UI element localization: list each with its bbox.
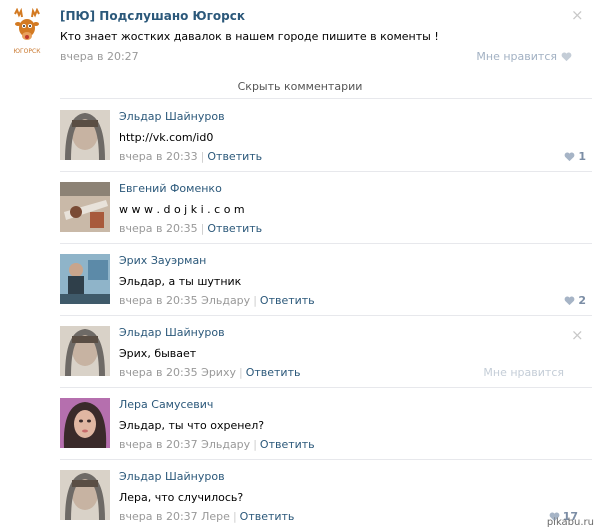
wall-post: ЮГОРСК [ПЮ] Подслушано Югорск Кто знает … [0,0,600,70]
comment-text: Эльдар, ты что охренел? [119,419,265,432]
avatar[interactable] [60,182,110,232]
post-time[interactable]: вчера в 20:27 [60,50,139,63]
comment-meta: вчера в 20:35 Эльдару | Ответить [119,294,315,307]
meta-separator: | [200,222,205,235]
comment-time[interactable]: вчера в 20:35 Эриху [119,366,236,379]
comment-text: w w w . d o j k i . c o m [119,203,245,216]
comment-author[interactable]: Эрих Зауэрман [119,254,206,267]
reply-link[interactable]: Ответить [207,222,262,235]
comment-item: Евгений Фоменко w w w . d o j k i . c o … [0,172,600,244]
comment-text: Эрих, бывает [119,347,197,360]
reply-link[interactable]: Ответить [260,438,315,451]
avatar-photo [60,470,110,520]
deer-logo-icon [14,7,40,40]
meta-separator: | [200,150,205,163]
avatar-photo [60,182,110,232]
reply-link[interactable]: Ответить [207,150,262,163]
delete-comment-icon[interactable]: × [571,328,584,343]
like-count: 2 [578,294,586,307]
comment-author[interactable]: Лера Самусевич [119,398,213,411]
comment-item: Эльдар Шайнуров http://vk.com/id0 вчера … [0,100,600,172]
comment-time[interactable]: вчера в 20:35 Эльдару [119,294,250,307]
avatar-photo [60,110,110,160]
avatar-photo [60,254,110,304]
avatar[interactable] [60,470,110,520]
reply-link[interactable]: Ответить [246,366,301,379]
meta-separator: | [232,510,237,523]
meta-separator: | [253,438,257,451]
comment-like-button[interactable]: 1 [564,150,586,163]
comment-author[interactable]: Эльдар Шайнуров [119,470,225,483]
delete-post-icon[interactable]: × [571,8,584,23]
meta-separator: | [253,294,257,307]
comment-text: Лера, что случилось? [119,491,244,504]
comment-time[interactable]: вчера в 20:33 [119,150,198,163]
comment-meta: вчера в 20:33 | Ответить [119,150,262,163]
comment-time[interactable]: вчера в 20:37 Лере [119,510,230,523]
comment-time[interactable]: вчера в 20:35 [119,222,198,235]
avatar[interactable] [60,326,110,376]
avatar-photo [60,326,110,376]
reply-link[interactable]: Ответить [260,294,315,307]
comment-item: Лера Самусевич Эльдар, ты что охренел? в… [0,388,600,460]
comment-author[interactable]: Евгений Фоменко [119,182,222,195]
post-like-button[interactable]: Мне нравится [476,50,572,63]
like-count: 1 [578,150,586,163]
group-logo-text: ЮГОРСК [13,48,41,55]
comment-text: http://vk.com/id0 [119,131,214,144]
reply-link[interactable]: Ответить [240,510,295,523]
avatar[interactable] [60,398,110,448]
comment-text: Эльдар, а ты шутник [119,275,242,288]
heart-icon [564,152,575,161]
avatar[interactable] [60,110,110,160]
comment-item: Эрих Зауэрман Эльдар, а ты шутник вчера … [0,244,600,316]
comment-meta: вчера в 20:35 Эриху | Ответить [119,366,300,379]
heart-icon [561,52,572,61]
meta-separator: | [238,366,243,379]
avatar[interactable] [60,254,110,304]
group-name-link[interactable]: [ПЮ] Подслушано Югорск [60,9,245,23]
comment-meta: вчера в 20:37 Лере | Ответить [119,510,294,523]
comment-like-button[interactable]: 2 [564,294,586,307]
comment-meta: вчера в 20:37 Эльдару | Ответить [119,438,315,451]
comment-like-button[interactable]: Мне нравится [483,366,564,379]
comment-author[interactable]: Эльдар Шайнуров [119,326,225,339]
heart-icon [564,296,575,305]
avatar-photo [60,398,110,448]
comment-meta: вчера в 20:35 | Ответить [119,222,262,235]
divider [60,98,592,99]
hide-comments-link[interactable]: Скрыть комментарии [0,80,600,93]
post-text: Кто знает жостких давалок в нашем городе… [60,30,439,43]
comment-item: Эльдар Шайнуров Лера, что случилось? вче… [0,460,600,532]
group-avatar[interactable]: ЮГОРСК [7,7,47,55]
post-like-label: Мне нравится [476,50,557,63]
comment-author[interactable]: Эльдар Шайнуров [119,110,225,123]
comment-time[interactable]: вчера в 20:37 Эльдару [119,438,250,451]
comment-item: Эльдар Шайнуров Эрих, бывает вчера в 20:… [0,316,600,388]
watermark: pikabu.ru [546,517,594,528]
